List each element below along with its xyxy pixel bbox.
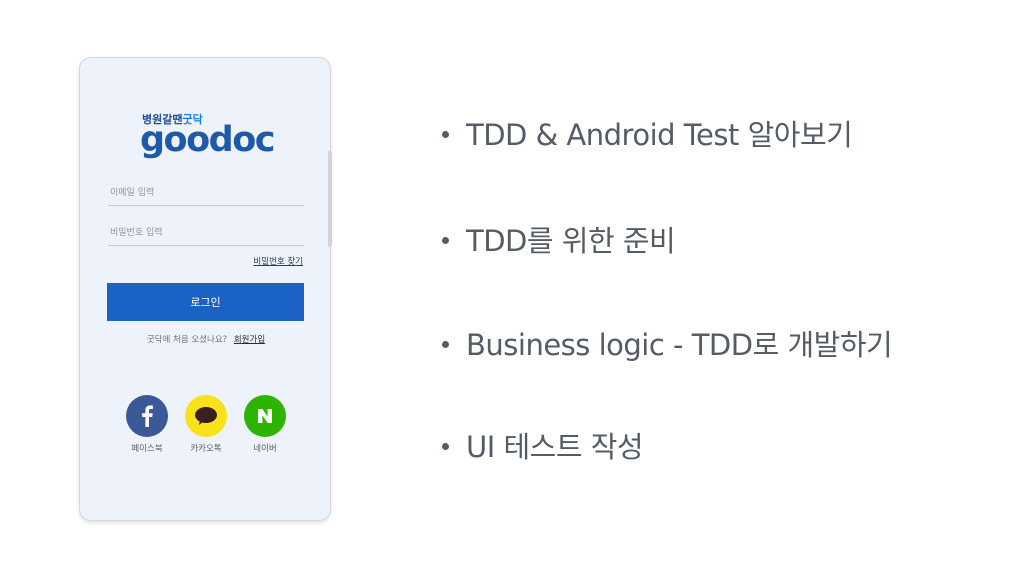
naver-label: 네이버 — [253, 444, 277, 454]
kakao-chat-icon — [195, 407, 217, 425]
facebook-label: 페이스북 — [131, 444, 163, 454]
naver-login: 네이버 — [243, 395, 287, 454]
facebook-icon — [142, 405, 153, 427]
bullet-dot — [442, 340, 449, 348]
bullet-dot — [442, 130, 449, 138]
email-field[interactable] — [108, 180, 304, 206]
naver-button[interactable] — [244, 395, 286, 437]
bullet-item: Business logic - TDD로 개발하기 — [442, 322, 893, 364]
goodoc-logo: goodoc — [140, 120, 276, 160]
kakao-button[interactable] — [185, 395, 227, 437]
find-password-link[interactable]: 비밀번호 찾기 — [253, 255, 303, 267]
signup-link[interactable]: 회원가입 — [234, 335, 265, 345]
login-button[interactable]: 로그인 — [107, 283, 304, 321]
kakao-label: 카카오톡 — [190, 444, 222, 454]
password-field[interactable] — [108, 220, 304, 246]
slide: 병원갈땐굿닥 goodoc 비밀번호 찾기 로그인 굿닥에 처음 오셨나요? 회… — [0, 0, 1024, 576]
facebook-login: 페이스북 — [125, 395, 169, 454]
bullet-dot — [442, 442, 449, 450]
bullet-text: UI 테스트 작성 — [466, 430, 644, 464]
signup-row: 굿닥에 처음 오셨나요? 회원가입 — [80, 333, 330, 345]
bullet-text: Business logic - TDD로 개발하기 — [466, 328, 893, 362]
kakao-login: 카카오톡 — [184, 395, 228, 454]
facebook-button[interactable] — [126, 395, 168, 437]
bullet-text: TDD & Android Test 알아보기 — [466, 118, 853, 152]
phone-side-button — [328, 151, 332, 247]
bullet-item: TDD를 위한 준비 — [442, 218, 676, 260]
bullet-item: TDD & Android Test 알아보기 — [442, 112, 853, 154]
phone-mockup: 병원갈땐굿닥 goodoc 비밀번호 찾기 로그인 굿닥에 처음 오셨나요? 회… — [79, 57, 331, 521]
signup-prompt: 굿닥에 처음 오셨나요? — [146, 335, 228, 345]
naver-icon — [258, 409, 272, 423]
bullet-text: TDD를 위한 준비 — [466, 224, 676, 258]
bullet-item: UI 테스트 작성 — [442, 424, 644, 466]
bullet-dot — [442, 236, 449, 244]
